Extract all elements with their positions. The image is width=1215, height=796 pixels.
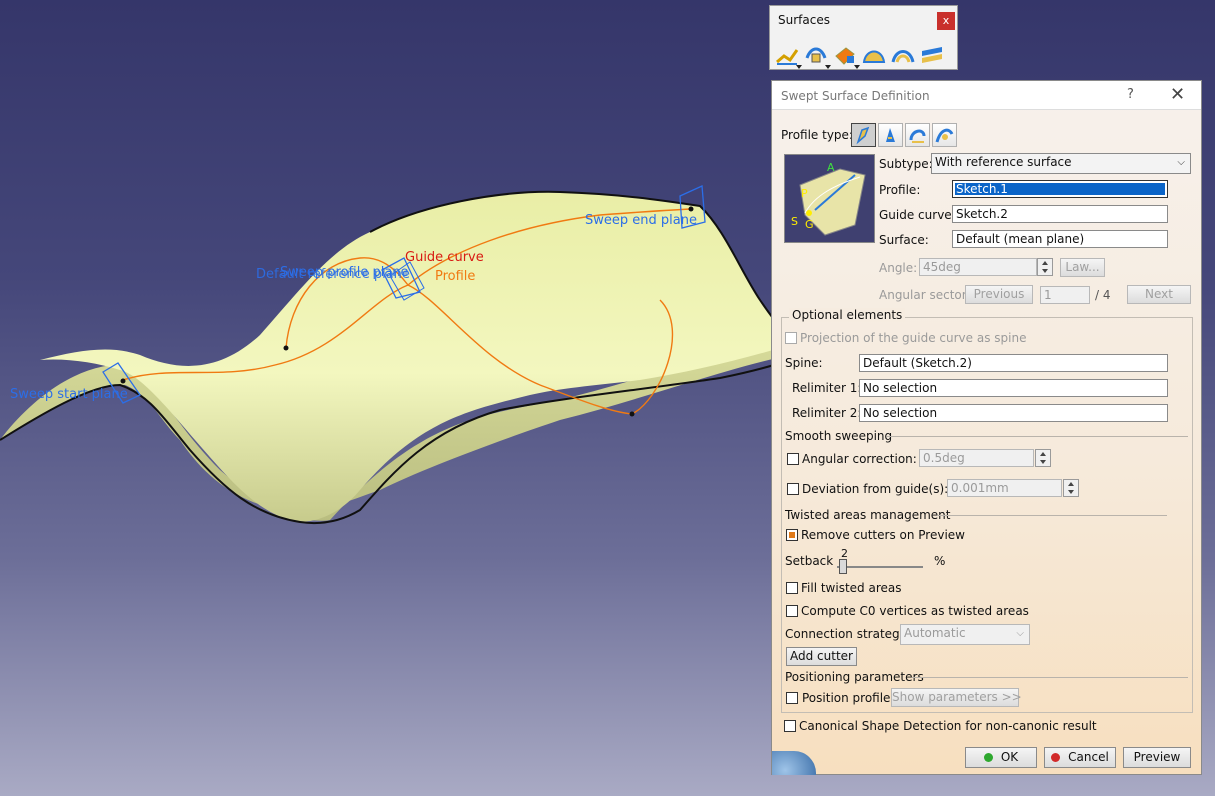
- point-marker: [688, 206, 694, 212]
- preview-label-a: A: [827, 161, 835, 174]
- divider: [937, 515, 1167, 516]
- setback-slider-thumb[interactable]: [838, 559, 847, 574]
- subtype-label: Subtype:: [879, 157, 933, 171]
- smooth-sweeping-title: Smooth sweeping: [785, 429, 893, 443]
- preview-button[interactable]: Preview: [1123, 747, 1191, 768]
- label-sweep-end-plane: Sweep end plane: [585, 213, 697, 228]
- toolbar-close-button[interactable]: x: [937, 12, 955, 30]
- spine-label: Spine:: [785, 356, 823, 370]
- chevron-down-icon: ⌵: [1177, 157, 1185, 168]
- spine-field[interactable]: Default (Sketch.2): [859, 354, 1168, 372]
- deviation-checkbox[interactable]: [787, 483, 799, 495]
- fill-twisted-checkbox[interactable]: [786, 582, 798, 594]
- deviation-spinner[interactable]: [1063, 479, 1079, 497]
- dialog-title: Swept Surface Definition: [781, 89, 930, 103]
- label-guide-curve: Guide curve: [405, 250, 484, 265]
- position-profile-label: Position profile: [802, 691, 891, 705]
- optional-elements-title: Optional elements: [789, 308, 906, 322]
- point-marker: [120, 378, 126, 384]
- help-button[interactable]: ?: [1127, 87, 1134, 102]
- label-default-reference-plane: Default reference plane: [256, 267, 410, 282]
- setback-unit: %: [934, 554, 946, 568]
- connection-strategy-combo[interactable]: Automatic ⌵: [900, 624, 1030, 645]
- preview-label-p: P: [801, 187, 808, 200]
- sector-field[interactable]: 1: [1040, 286, 1090, 304]
- toolbar-title: Surfaces: [778, 13, 830, 27]
- profile-type-conic-button[interactable]: [932, 123, 957, 147]
- show-parameters-button[interactable]: Show parameters >>: [891, 688, 1022, 707]
- profile-type-label: Profile type:: [781, 128, 853, 142]
- surfaces-toolbar[interactable]: Surfaces x: [769, 5, 958, 70]
- close-button[interactable]: ✕: [1170, 84, 1185, 105]
- profile-type-line-button[interactable]: [878, 123, 903, 147]
- fill-icon[interactable]: [861, 42, 887, 68]
- canonical-shape-label: Canonical Shape Detection for non-canoni…: [799, 719, 1097, 733]
- relimiter1-label: Relimiter 1:: [792, 381, 862, 395]
- point-marker: [629, 411, 635, 417]
- canonical-shape-checkbox[interactable]: [784, 720, 796, 732]
- previous-button[interactable]: Previous: [965, 285, 1033, 304]
- point-marker: [283, 345, 289, 351]
- guide-curve-label: Guide curve:: [879, 208, 956, 222]
- connection-strategy-label: Connection strategy:: [785, 627, 910, 641]
- deviation-label: Deviation from guide(s):: [802, 482, 949, 496]
- ok-icon: [983, 753, 993, 762]
- surface-field[interactable]: Default (mean plane): [952, 230, 1168, 248]
- profile-label: Profile:: [879, 183, 921, 197]
- remove-cutters-label: Remove cutters on Preview: [801, 528, 965, 542]
- add-cutter-button[interactable]: Add cutter: [786, 647, 857, 666]
- fill-twisted-label: Fill twisted areas: [801, 581, 902, 595]
- preview-label-s: S: [791, 215, 798, 228]
- label-sweep-start-plane: Sweep start plane: [10, 387, 128, 402]
- twisted-areas-title: Twisted areas management: [785, 508, 951, 522]
- ok-button[interactable]: OK: [965, 747, 1037, 768]
- divider: [887, 436, 1188, 437]
- angular-correction-checkbox[interactable]: [787, 453, 799, 465]
- positioning-parameters-title: Positioning parameters: [785, 670, 924, 684]
- relimiter2-label: Relimiter 2:: [792, 406, 862, 420]
- angle-field[interactable]: 45deg: [919, 258, 1037, 276]
- profile-type-circle-button[interactable]: [905, 123, 930, 147]
- setback-slider-track[interactable]: [837, 566, 923, 568]
- multi-section-icon[interactable]: [919, 42, 945, 68]
- swept-surface-dialog[interactable]: Swept Surface Definition ? ✕ Profile typ…: [771, 80, 1202, 775]
- law-button[interactable]: Law...: [1060, 258, 1105, 277]
- surface-label: Surface:: [879, 233, 929, 247]
- divider: [912, 677, 1188, 678]
- angular-correction-label: Angular correction:: [802, 452, 917, 466]
- offset-icon[interactable]: [832, 42, 860, 69]
- extrude-icon[interactable]: [803, 42, 831, 69]
- relimiter2-field[interactable]: No selection: [859, 404, 1168, 422]
- cancel-icon: [1051, 753, 1061, 762]
- angular-correction-spinner[interactable]: [1035, 449, 1051, 467]
- projection-checkbox[interactable]: [785, 332, 797, 344]
- profile-type-explicit-button[interactable]: [851, 123, 876, 147]
- projection-label: Projection of the guide curve as spine: [800, 331, 1027, 345]
- subtype-combo[interactable]: With reference surface ⌵: [931, 153, 1191, 174]
- chevron-down-icon: ⌵: [1016, 628, 1024, 639]
- angle-spinner[interactable]: [1037, 258, 1053, 276]
- sweep-icon[interactable]: [774, 42, 802, 69]
- angle-label: Angle:: [879, 261, 918, 275]
- remove-cutters-checkbox[interactable]: [786, 529, 798, 541]
- label-profile: Profile: [435, 269, 475, 284]
- cancel-button[interactable]: Cancel: [1044, 747, 1116, 768]
- position-profile-checkbox[interactable]: [786, 692, 798, 704]
- profile-field[interactable]: Sketch.1: [952, 180, 1168, 198]
- next-button[interactable]: Next: [1127, 285, 1191, 304]
- deviation-field[interactable]: 0.001mm: [947, 479, 1062, 497]
- sector-total: / 4: [1095, 288, 1111, 302]
- blend-icon[interactable]: [890, 42, 916, 68]
- dialog-titlebar[interactable]: Swept Surface Definition ? ✕: [772, 81, 1201, 110]
- subtype-preview-image: P A S G: [784, 154, 875, 243]
- globe-logo-icon: [772, 751, 816, 775]
- compute-c0-checkbox[interactable]: [786, 605, 798, 617]
- relimiter1-field[interactable]: No selection: [859, 379, 1168, 397]
- preview-label-g: G: [805, 218, 814, 231]
- compute-c0-label: Compute C0 vertices as twisted areas: [801, 604, 1029, 618]
- guide-curve-field[interactable]: Sketch.2: [952, 205, 1168, 223]
- angular-sector-label: Angular sector:: [879, 288, 971, 302]
- angular-correction-field[interactable]: 0.5deg: [919, 449, 1034, 467]
- setback-label: Setback: [785, 554, 834, 568]
